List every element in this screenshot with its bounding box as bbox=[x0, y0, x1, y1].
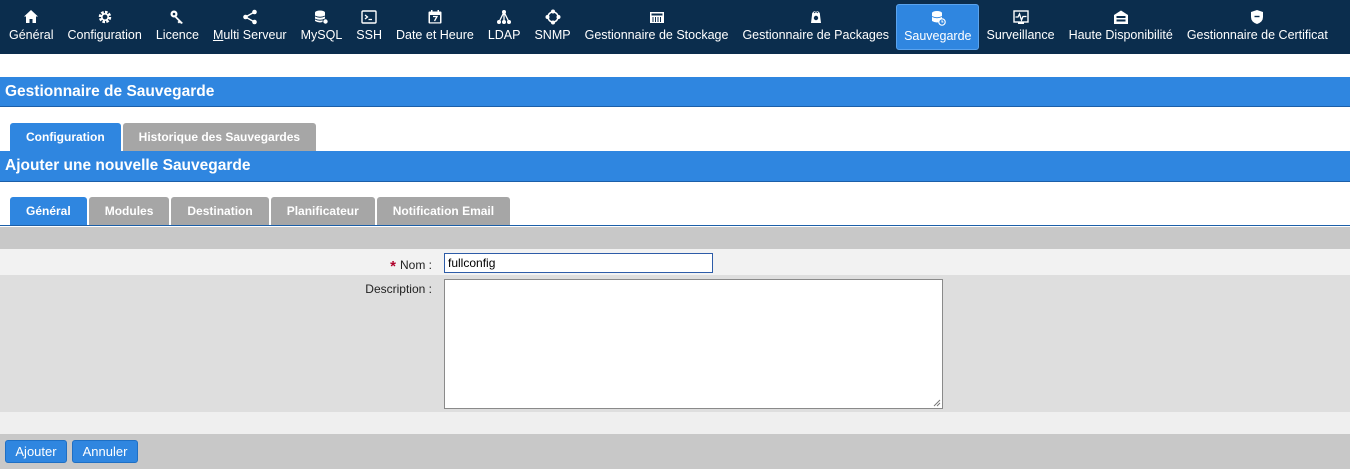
nav-item-multi-serveur[interactable]: Multi Serveur bbox=[206, 0, 294, 54]
backup-database-icon bbox=[931, 11, 946, 26]
page-title: Gestionnaire de Sauvegarde bbox=[0, 77, 1350, 107]
nav-label: Configuration bbox=[67, 28, 142, 42]
monitor-icon bbox=[1012, 10, 1029, 24]
nav-item-licence[interactable]: Licence bbox=[149, 0, 206, 54]
network-icon bbox=[545, 9, 561, 25]
tab-historique-sauvegardes[interactable]: Historique des Sauvegardes bbox=[122, 123, 317, 151]
nav-label: LDAP bbox=[487, 28, 521, 42]
nav-label: Gestionnaire de Certificat bbox=[1186, 28, 1328, 42]
nav-item-haute-disponibilite[interactable]: Haute Disponibilité bbox=[1062, 0, 1180, 54]
nav-item-configuration[interactable]: Configuration bbox=[60, 0, 148, 54]
page-title-text: Gestionnaire de Sauvegarde bbox=[5, 82, 215, 100]
section-title: Ajouter une nouvelle Sauvegarde bbox=[0, 151, 1350, 182]
form-row-description: Description : bbox=[0, 275, 1350, 412]
nav-item-date-heure[interactable]: Date et Heure bbox=[389, 0, 481, 54]
nav-item-ldap[interactable]: LDAP bbox=[481, 0, 528, 54]
tab-destination[interactable]: Destination bbox=[171, 197, 269, 225]
nav-item-gestionnaire-packages[interactable]: Gestionnaire de Packages bbox=[735, 0, 896, 54]
sub-tabs: Général Modules Destination Planificateu… bbox=[0, 197, 1350, 226]
nav-label: SSH bbox=[356, 28, 382, 42]
main-tabs: Configuration Historique des Sauvegardes bbox=[0, 122, 1350, 151]
cancel-button[interactable]: Annuler bbox=[72, 440, 138, 463]
calendar-icon bbox=[428, 10, 442, 24]
nav-label: Général bbox=[9, 28, 54, 42]
tab-modules[interactable]: Modules bbox=[88, 197, 170, 225]
nav-label: Haute Disponibilité bbox=[1068, 28, 1173, 42]
description-label: Description : bbox=[365, 282, 432, 296]
nav-item-snmp[interactable]: SNMP bbox=[527, 0, 577, 54]
package-icon bbox=[810, 11, 821, 23]
description-textarea[interactable] bbox=[444, 279, 943, 409]
form-spacer bbox=[0, 412, 1350, 434]
form-action-bar: Ajouter Annuler bbox=[0, 434, 1350, 469]
form-row-nom: * Nom : bbox=[0, 249, 1350, 275]
nav-item-surveillance[interactable]: Surveillance bbox=[979, 0, 1061, 54]
top-navigation: Général Configuration Licence Multi Serv… bbox=[0, 0, 1350, 54]
tree-icon bbox=[497, 10, 512, 24]
nav-item-sauvegarde[interactable]: Sauvegarde bbox=[896, 4, 980, 50]
nom-label: * Nom : bbox=[390, 256, 432, 275]
resize-grip-icon[interactable] bbox=[933, 399, 941, 407]
nav-item-gestionnaire-certificat[interactable]: Gestionnaire de Certificat bbox=[1180, 0, 1335, 54]
home-icon bbox=[24, 10, 39, 23]
tab-notification-email[interactable]: Notification Email bbox=[376, 197, 511, 225]
nav-label: Surveillance bbox=[986, 28, 1055, 42]
certificate-icon bbox=[1251, 10, 1264, 24]
nav-label: Sauvegarde bbox=[904, 29, 972, 43]
tab-configuration[interactable]: Configuration bbox=[10, 123, 121, 151]
share-icon bbox=[242, 9, 257, 25]
nav-label: Gestionnaire de Stockage bbox=[584, 28, 729, 42]
nav-label: Multi Serveur bbox=[212, 28, 287, 42]
nav-item-mysql[interactable]: MySQL bbox=[294, 0, 350, 54]
nav-label: SNMP bbox=[534, 28, 571, 42]
nav-label: Licence bbox=[155, 28, 199, 42]
key-icon bbox=[170, 10, 184, 24]
nav-item-general[interactable]: Général bbox=[2, 0, 60, 54]
nav-item-gestionnaire-stockage[interactable]: Gestionnaire de Stockage bbox=[578, 0, 736, 54]
nav-label: Date et Heure bbox=[395, 28, 474, 42]
description-field-wrapper bbox=[444, 279, 943, 409]
gear-icon bbox=[98, 10, 111, 24]
tab-planificateur[interactable]: Planificateur bbox=[270, 197, 375, 225]
database-icon bbox=[315, 10, 329, 25]
section-title-text: Ajouter une nouvelle Sauvegarde bbox=[5, 157, 251, 174]
nom-input[interactable] bbox=[444, 253, 713, 273]
terminal-icon bbox=[361, 10, 377, 24]
nom-label-text: Nom : bbox=[399, 258, 432, 272]
form-header-strip bbox=[0, 227, 1350, 249]
ha-icon bbox=[1113, 10, 1128, 24]
nav-label: MySQL bbox=[300, 28, 343, 42]
nav-item-ssh[interactable]: SSH bbox=[349, 0, 389, 54]
nav-label: Gestionnaire de Packages bbox=[742, 28, 890, 42]
tab-general[interactable]: Général bbox=[10, 197, 87, 225]
storage-icon bbox=[649, 12, 664, 23]
required-marker: * bbox=[390, 258, 396, 275]
add-button[interactable]: Ajouter bbox=[5, 440, 67, 463]
nav-label-rest: ulti Serveur bbox=[223, 28, 287, 42]
